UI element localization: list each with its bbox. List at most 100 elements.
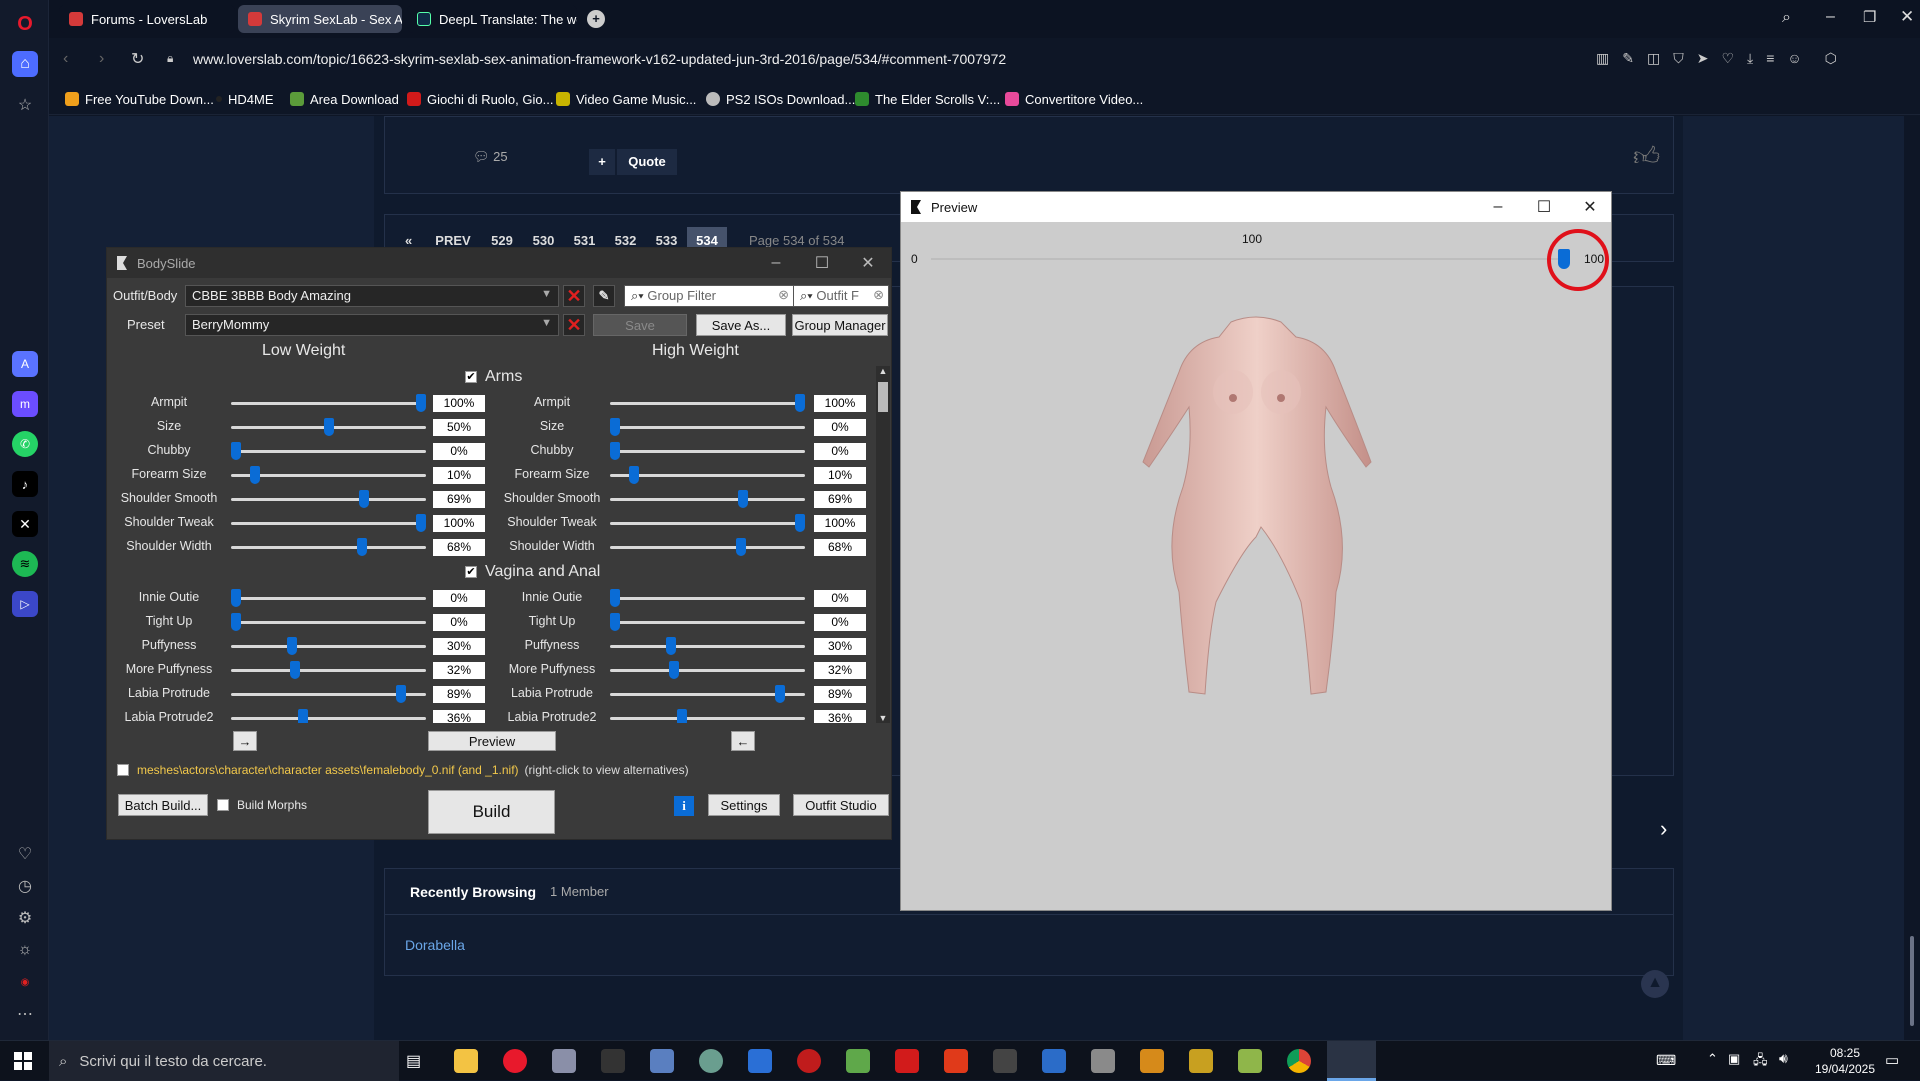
slider-value-low[interactable]: 68% <box>433 539 485 556</box>
slider-track-low[interactable] <box>231 546 426 549</box>
easy-setup-icon[interactable]: ≡ <box>1766 50 1774 67</box>
slider-value-low[interactable]: 32% <box>433 662 485 679</box>
quote-button[interactable]: Quote <box>617 149 677 175</box>
outfit-body-select[interactable]: CBBE 3BBB Body Amazing ▼ <box>185 285 559 307</box>
app-taskbar-icon[interactable] <box>944 1049 968 1073</box>
app-taskbar-icon[interactable] <box>748 1049 772 1073</box>
batch-build-button[interactable]: Batch Build... <box>118 794 208 816</box>
outfit-filter-input[interactable]: ⌕▾ Outfit F ⊗ <box>793 285 889 307</box>
slider-track-low[interactable] <box>231 474 426 477</box>
slider-track-high[interactable] <box>610 717 805 720</box>
slider-thumb-high[interactable] <box>795 394 805 412</box>
clear-outfit-button[interactable]: ✕ <box>563 285 585 307</box>
network-icon[interactable]: 🖧︎ <box>1753 1051 1768 1073</box>
bodyslide-taskbar-icon[interactable] <box>1327 1041 1376 1081</box>
page-scrollbar[interactable] <box>1904 116 1920 1040</box>
file-explorer-icon[interactable] <box>454 1049 478 1073</box>
slider-value-high[interactable]: 0% <box>814 419 866 436</box>
group-filter-input[interactable]: ⌕▾ Group Filter ⊗ <box>624 285 794 307</box>
slider-value-high[interactable]: 89% <box>814 686 866 703</box>
reader-icon[interactable]: ▥ <box>1596 50 1609 67</box>
tab-deepl[interactable]: DeepL Translate: The worl <box>407 5 577 33</box>
slider-value-low[interactable]: 89% <box>433 686 485 703</box>
windows-start-icon[interactable] <box>14 1052 32 1070</box>
close-icon[interactable]: ✕ <box>845 248 891 278</box>
slider-value-high[interactable]: 10% <box>814 467 866 484</box>
messenger-icon[interactable]: m <box>12 391 38 417</box>
spotify-icon[interactable]: ≋ <box>12 551 38 577</box>
settings-gear-icon[interactable]: ⚙ <box>12 905 38 931</box>
slider-track-high[interactable] <box>610 669 805 672</box>
bookmark-item[interactable]: Area Download <box>290 90 399 108</box>
slider-track-high[interactable] <box>610 402 805 405</box>
info-icon[interactable]: i <box>674 796 694 816</box>
back-icon[interactable]: ‹ <box>63 50 68 68</box>
slider-value-low[interactable]: 69% <box>433 491 485 508</box>
tab-forums[interactable]: Forums - LoversLab <box>59 5 235 33</box>
weight-slider-track[interactable] <box>931 258 1569 260</box>
outfit-studio-button[interactable]: Outfit Studio <box>793 794 889 816</box>
slider-track-high[interactable] <box>610 474 805 477</box>
flow-send-icon[interactable]: ➤ <box>1697 50 1709 67</box>
restore-icon[interactable]: ❐ <box>1863 8 1876 26</box>
slider-value-low[interactable]: 0% <box>433 614 485 631</box>
edit-icon[interactable]: ✎ <box>1622 50 1634 67</box>
app-taskbar-icon[interactable] <box>895 1049 919 1073</box>
slider-thumb-low[interactable] <box>297 709 308 723</box>
bookmark-item[interactable]: Convertitore Video... <box>1005 90 1143 108</box>
bookmark-item[interactable]: PS2 ISOs Download... <box>706 90 855 108</box>
preview-titlebar[interactable]: Preview – ☐ ✕ <box>901 192 1611 222</box>
shield-icon[interactable]: ⛉ <box>1673 50 1684 67</box>
slider-thumb-high[interactable] <box>628 466 639 484</box>
scroll-down-icon[interactable]: ▼ <box>876 713 890 723</box>
close-icon[interactable]: ✕ <box>1900 7 1914 27</box>
slider-track-low[interactable] <box>231 597 426 600</box>
slider-track-high[interactable] <box>610 645 805 648</box>
tray-chevron-icon[interactable]: ⌃ <box>1707 1051 1718 1067</box>
slider-track-high[interactable] <box>610 546 805 549</box>
opera-taskbar-icon[interactable] <box>503 1049 527 1073</box>
slider-value-high[interactable]: 100% <box>814 515 866 532</box>
slider-value-high[interactable]: 32% <box>814 662 866 679</box>
app-taskbar-icon[interactable] <box>552 1049 576 1073</box>
keyboard-icon[interactable]: ⌨ <box>1656 1052 1676 1069</box>
slider-track-low[interactable] <box>231 402 426 405</box>
slider-value-high[interactable]: 36% <box>814 710 866 723</box>
bookmark-item[interactable]: Video Game Music... <box>556 90 696 108</box>
app-taskbar-icon[interactable] <box>699 1049 723 1073</box>
slider-track-high[interactable] <box>610 498 805 501</box>
slider-value-high[interactable]: 100% <box>814 395 866 412</box>
favorites-heart-icon[interactable]: ♡ <box>12 841 38 867</box>
app-taskbar-icon[interactable] <box>1042 1049 1066 1073</box>
slider-thumb-high[interactable] <box>610 418 620 436</box>
bodyslide-titlebar[interactable]: BodySlide – ☐ ✕ <box>107 248 891 278</box>
tab-skyrim-sexlab[interactable]: Skyrim SexLab - Sex Anim <box>238 5 402 33</box>
task-view-icon[interactable]: ▤ <box>406 1051 421 1071</box>
preview-button[interactable]: Preview <box>428 731 556 751</box>
scrollbar-thumb[interactable] <box>878 382 888 412</box>
slider-track-high[interactable] <box>610 522 805 525</box>
slider-thumb-high[interactable] <box>669 661 680 679</box>
bookmark-item[interactable]: The Elder Scrolls V:... <box>855 90 1000 108</box>
preset-select[interactable]: BerryMommy ▼ <box>185 314 559 336</box>
build-morphs-checkbox[interactable] <box>217 799 229 811</box>
member-link[interactable]: Dorabella <box>405 937 465 953</box>
x-twitter-icon[interactable]: ✕ <box>12 511 38 537</box>
player-icon[interactable]: ▷ <box>12 591 38 617</box>
search-tabs-icon[interactable]: ⌕ <box>1782 9 1791 27</box>
slider-thumb-low[interactable] <box>231 442 241 460</box>
slider-thumb-high[interactable] <box>735 538 746 556</box>
next-arrow-icon[interactable]: › <box>1660 816 1667 842</box>
slider-track-low[interactable] <box>231 522 426 525</box>
app-taskbar-icon[interactable] <box>601 1049 625 1073</box>
slider-value-low[interactable]: 0% <box>433 443 485 460</box>
slider-track-low[interactable] <box>231 621 426 624</box>
slider-thumb-high[interactable] <box>676 709 687 723</box>
body-preview-render[interactable] <box>1121 312 1391 702</box>
slider-track-low[interactable] <box>231 669 426 672</box>
minimize-icon[interactable]: – <box>753 248 799 278</box>
slider-track-low[interactable] <box>231 717 426 720</box>
chrome-taskbar-icon[interactable] <box>1287 1049 1311 1073</box>
slider-value-high[interactable]: 68% <box>814 539 866 556</box>
slider-value-low[interactable]: 50% <box>433 419 485 436</box>
